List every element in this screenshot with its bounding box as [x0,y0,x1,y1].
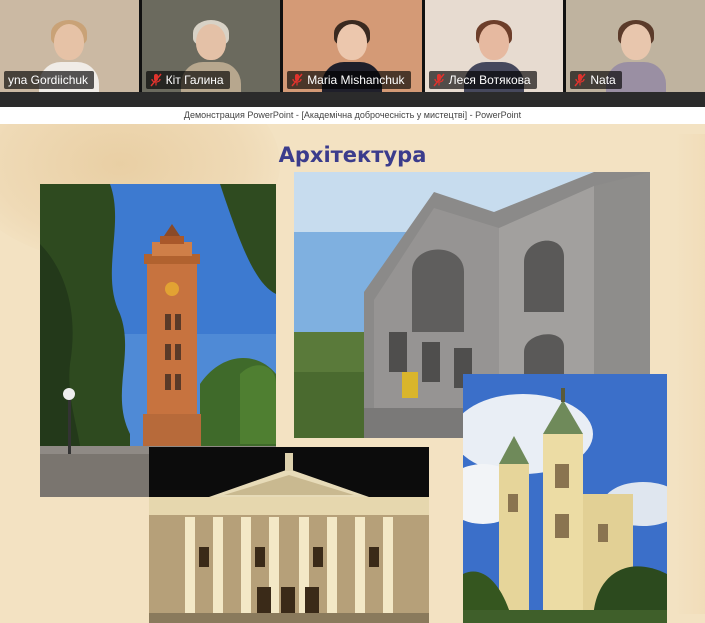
participant-tile[interactable]: Леся Вотякова [424,0,564,92]
participant-name: Леся Вотякова [448,73,531,87]
participant-name: Maria Mishanchuk [307,73,405,87]
participant-name-label: Леся Вотякова [428,71,537,89]
participant-strip: yna Gordiichuk Кіт Галина Maria Mishanchuk… [0,0,705,92]
video-call-window: yna Gordiichuk Кіт Галина Maria Mishanchuk… [0,0,705,623]
participant-name-label: Maria Mishanchuk [287,71,411,89]
participant-name: Кіт Галина [165,73,224,87]
participant-name-label: Кіт Галина [145,71,230,89]
slide-edge-shading [675,134,705,614]
participant-tile[interactable]: Кіт Галина [141,0,281,92]
mic-off-icon [574,73,586,87]
participant-name-label: yna Gordiichuk [4,71,95,89]
participant-tile[interactable]: Nata [566,0,705,92]
participant-name: Nata [590,73,616,87]
participant-name: yna Gordiichuk [8,73,89,87]
photo-theatre-night [149,447,429,623]
mic-off-icon [150,73,162,87]
shared-slide: Архітектура [0,124,705,623]
participant-tile[interactable]: yna Gordiichuk [0,0,139,92]
share-window-title: Демонстрация PowerPoint - [Академічна до… [0,107,705,124]
participant-name-label: Nata [570,71,622,89]
mic-off-icon [433,73,445,87]
photo-cathedral [463,374,667,623]
mic-off-icon [291,73,303,87]
strip-divider [0,92,705,107]
slide-title: Архітектура [278,143,427,167]
participant-tile[interactable]: Maria Mishanchuk [283,0,422,92]
